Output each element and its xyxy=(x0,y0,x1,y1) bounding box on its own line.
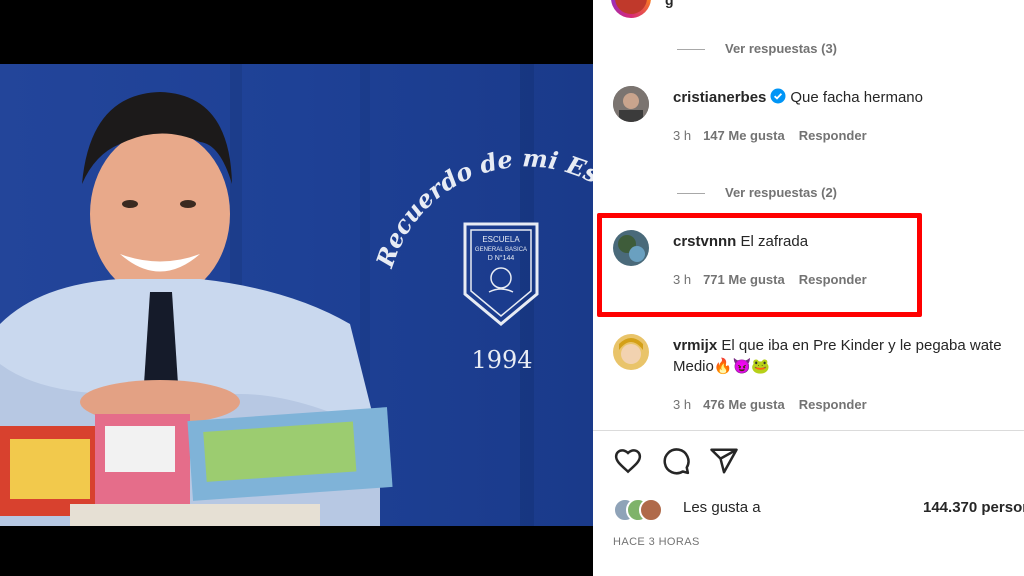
svg-text:GENERAL BASICA: GENERAL BASICA xyxy=(475,247,527,253)
comment-line: cristianerbes Que facha hermano xyxy=(673,88,923,107)
post-timestamp[interactable]: HACE 3 HORAS xyxy=(613,536,700,548)
post-author-username[interactable]: g xyxy=(665,0,674,8)
comment-username[interactable]: cristianerbes xyxy=(673,89,766,106)
comment-meta: 3 h 476 Me gusta Responder xyxy=(673,397,867,412)
school-portrait-image: Recuerdo de mi Escuela ESCUELA GENERAL B… xyxy=(0,64,593,526)
highlight-box xyxy=(597,213,922,317)
liked-by-avatar[interactable] xyxy=(639,498,663,522)
comment-meta: 3 h 147 Me gusta Responder xyxy=(673,128,867,143)
post-photo-area: Recuerdo de mi Escuela ESCUELA GENERAL B… xyxy=(0,0,593,576)
svg-text:ESCUELA: ESCUELA xyxy=(482,235,520,244)
replies-label: Ver respuestas (2) xyxy=(725,185,838,200)
post-photo[interactable]: Recuerdo de mi Escuela ESCUELA GENERAL B… xyxy=(0,64,593,526)
comment-line: vrmijx El que iba en Pre Kinder y le peg… xyxy=(673,336,1002,355)
user-avatar-image xyxy=(613,86,649,122)
comment-text: El que iba en Pre Kinder y le pegaba wat… xyxy=(721,337,1002,354)
comment-username[interactable]: vrmijx xyxy=(673,337,717,354)
user-avatar-image xyxy=(613,334,649,370)
divider xyxy=(593,430,1024,431)
verified-badge-icon xyxy=(770,88,786,104)
avatar[interactable] xyxy=(613,334,649,370)
comment-time: 3 h xyxy=(673,397,692,412)
share-icon[interactable] xyxy=(709,446,739,481)
reply-button[interactable]: Responder xyxy=(799,397,867,412)
comment-time: 3 h xyxy=(673,128,692,143)
likes-count[interactable]: 144.370 persona xyxy=(923,499,1024,516)
heart-icon[interactable] xyxy=(613,446,643,481)
comment-text-continued: Medio🔥😈🐸 xyxy=(673,358,770,375)
svg-text:D N°144: D N°144 xyxy=(488,254,515,262)
likes-prefix: Les gusta a xyxy=(683,499,761,516)
post-author-avatar[interactable] xyxy=(611,0,651,18)
replies-label: Ver respuestas (3) xyxy=(725,41,838,56)
avatar[interactable] xyxy=(613,86,649,122)
likes-summary: Les gusta a 144.370 persona xyxy=(613,496,1024,522)
comment-likes[interactable]: 147 Me gusta xyxy=(703,128,785,143)
comment-icon[interactable] xyxy=(661,446,691,481)
view-replies-button[interactable]: Ver respuestas (3) xyxy=(677,41,837,56)
comment-likes[interactable]: 476 Me gusta xyxy=(703,397,785,412)
year-text: 1994 xyxy=(471,346,532,374)
view-replies-button[interactable]: Ver respuestas (2) xyxy=(677,185,837,200)
replies-dash xyxy=(677,193,705,195)
replies-dash xyxy=(677,49,705,51)
reply-button[interactable]: Responder xyxy=(799,128,867,143)
comment-text: Que facha hermano xyxy=(790,89,923,106)
